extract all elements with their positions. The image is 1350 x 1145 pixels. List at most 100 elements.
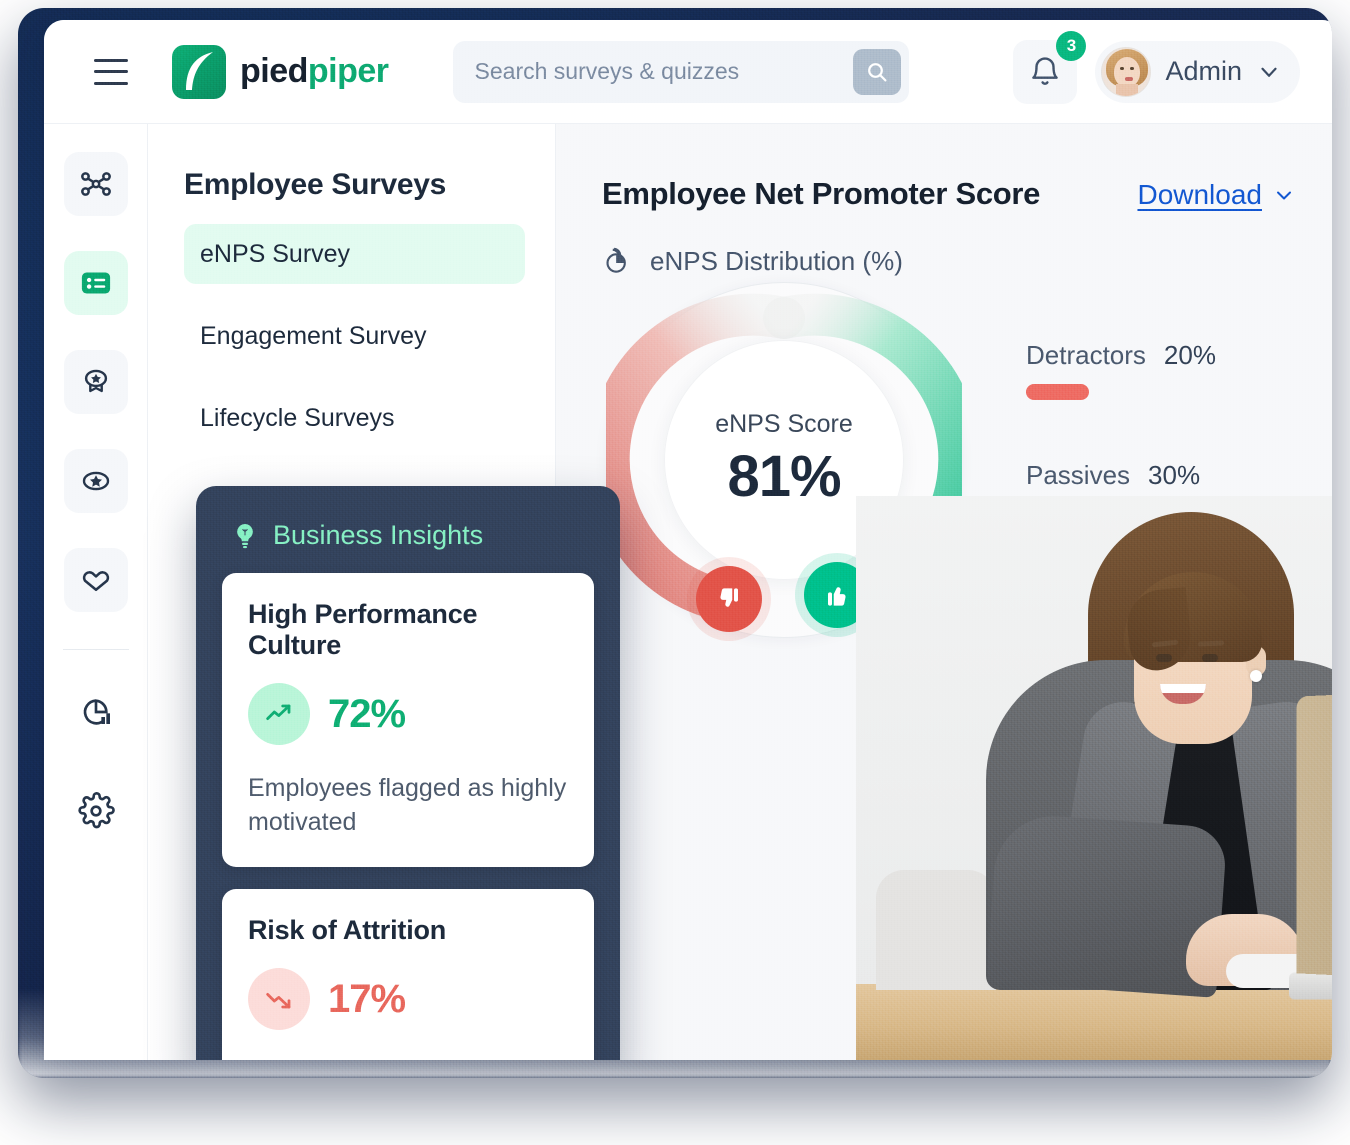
heart-icon [82, 571, 109, 592]
hero-photo [856, 496, 1332, 1060]
survey-item-engagement[interactable]: Engagement Survey [184, 306, 525, 366]
score-label: eNPS Score [715, 410, 853, 438]
survey-item-enps[interactable]: eNPS Survey [184, 224, 525, 284]
screenshot-scene: piedpiper Search surveys & quizzes 3 Adm… [0, 0, 1350, 1145]
survey-item-label: Engagement Survey [200, 321, 427, 350]
legend-label: Promoters [1026, 580, 1146, 610]
chevron-down-icon [1261, 67, 1277, 77]
brand-name-part2: piper [307, 52, 389, 90]
thumbs-up-icon [828, 587, 846, 606]
download-button[interactable]: Download [1137, 179, 1296, 211]
trending-up-icon [266, 704, 291, 721]
notifications-button[interactable]: 3 [1013, 30, 1087, 104]
survey-item-lifecycle[interactable]: Lifecycle Surveys [184, 388, 525, 448]
legend-row-passives: Passives 30% [1026, 460, 1276, 520]
pie-chart-icon [606, 247, 626, 273]
search-bar[interactable] [452, 40, 909, 103]
bell-icon [1032, 56, 1059, 85]
insights-title: Business Insights [273, 520, 484, 550]
legend-bar-track [1026, 624, 1276, 640]
user-name: Admin [1165, 56, 1242, 86]
legend-label: Passives [1026, 460, 1131, 490]
legend-bar-fill [1026, 384, 1089, 400]
score-value: 81% [727, 444, 841, 509]
sidebar-item-analytics[interactable] [64, 680, 128, 744]
legend-label: Detractors [1026, 340, 1146, 370]
sidebar-item-wellbeing[interactable] [63, 548, 128, 612]
user-menu[interactable]: Admin [1095, 40, 1300, 103]
leaf-glyph [186, 51, 213, 90]
thumbs-down-marker[interactable] [696, 566, 762, 632]
brand-name-part1: pied [240, 52, 308, 90]
hamburger-menu-icon[interactable] [94, 58, 128, 85]
business-insights-panel: Business Insights High Performance Cultu… [196, 486, 620, 1060]
distribution-legend: Detractors 20% Passives 30% Promoters 81… [1026, 340, 1276, 700]
search-icon [867, 62, 887, 81]
gauge-outer-ring [606, 282, 962, 638]
sidebar-item-favorites[interactable] [63, 449, 128, 513]
insight-card-description: Employees flagged as high risk of attrit… [248, 1056, 568, 1060]
app-body: Employee Surveys eNPS Survey Engagement … [44, 124, 1332, 1060]
gauge-center: eNPS Score 81% [664, 340, 904, 580]
trend-badge-down [248, 968, 310, 1030]
main-panel: Employee Net Promoter Score Download eNP… [556, 124, 1332, 1060]
download-label: Download [1137, 179, 1262, 210]
trending-down-icon [266, 992, 291, 1009]
icon-rail [44, 124, 148, 1060]
insight-card-description: Employees flagged as highly motivated [248, 774, 567, 836]
survey-list-icon [81, 272, 110, 294]
sidebar-item-network[interactable] [63, 152, 128, 216]
insight-card-value: 72% [328, 691, 406, 736]
enps-gauge: eNPS Score 81% [606, 282, 962, 638]
legend-bar-track [1026, 504, 1276, 520]
sidebar-item-settings[interactable] [64, 779, 128, 843]
thumbs-up-marker[interactable] [804, 562, 870, 628]
insight-card-title: Risk of Attrition [248, 915, 447, 945]
device-frame: piedpiper Search surveys & quizzes 3 Adm… [18, 8, 1332, 1078]
analytics-pie-icon [83, 699, 110, 725]
surveys-panel: Employee Surveys eNPS Survey Engagement … [148, 124, 556, 1060]
main-title: Employee Net Promoter Score [602, 176, 1041, 211]
star-badge-icon [82, 471, 109, 491]
legend-row-detractors: Detractors 20% [1026, 340, 1276, 400]
legend-row-promoters: Promoters 81% [1026, 580, 1276, 640]
insights-header: Business Insights [230, 520, 594, 551]
topbar-actions: 3 Admin [1013, 30, 1316, 104]
survey-item-label: Lifecycle Surveys [200, 403, 395, 432]
legend-value: 30% [1148, 460, 1201, 490]
chevron-down-icon [1277, 191, 1291, 200]
enps-gauge-area: eNPS Score 81% Detractors 20% Passives 3… [556, 282, 1332, 688]
insight-card-performance[interactable]: High Performance Culture 72% Employees f… [222, 573, 594, 867]
notification-badge: 3 [1056, 30, 1087, 61]
avatar [1101, 46, 1152, 97]
page-title: Employee Surveys [184, 168, 447, 201]
legend-value: 81% [1163, 580, 1216, 610]
main-header: Employee Net Promoter Score Download [556, 124, 1332, 212]
frame-bottom-fade [18, 988, 1332, 1078]
sidebar-item-awards[interactable] [63, 350, 128, 414]
piedpiper-leaf-logo-icon [172, 44, 226, 99]
distribution-label: eNPS Distribution (%) [650, 245, 903, 276]
insight-card-title: High Performance Culture [248, 599, 478, 660]
search-button[interactable] [852, 48, 901, 95]
network-nodes-icon [80, 172, 111, 196]
top-bar: piedpiper Search surveys & quizzes 3 Adm… [44, 20, 1332, 124]
gauge-arcs [606, 293, 962, 621]
trend-badge-up [248, 683, 310, 745]
rail-divider [62, 649, 129, 650]
award-ribbon-icon [84, 369, 107, 393]
brand-logo[interactable]: piedpiper [172, 44, 389, 99]
search-input[interactable] [474, 58, 853, 85]
sidebar-item-surveys[interactable] [63, 251, 128, 315]
legend-bar-track [1026, 384, 1276, 400]
app-window: piedpiper Search surveys & quizzes 3 Adm… [44, 20, 1332, 1060]
distribution-header: eNPS Distribution (%) [556, 212, 1332, 278]
legend-bar-fill [1026, 624, 1276, 640]
lightbulb-icon [237, 523, 253, 548]
thumbs-down-icon [720, 588, 738, 607]
insight-card-attrition[interactable]: Risk of Attrition 17% Employees flagged … [222, 889, 594, 1060]
legend-value: 20% [1163, 340, 1216, 370]
settings-gear-icon [77, 792, 115, 829]
insight-card-value: 17% [328, 976, 406, 1021]
legend-bar-fill [1026, 504, 1144, 520]
